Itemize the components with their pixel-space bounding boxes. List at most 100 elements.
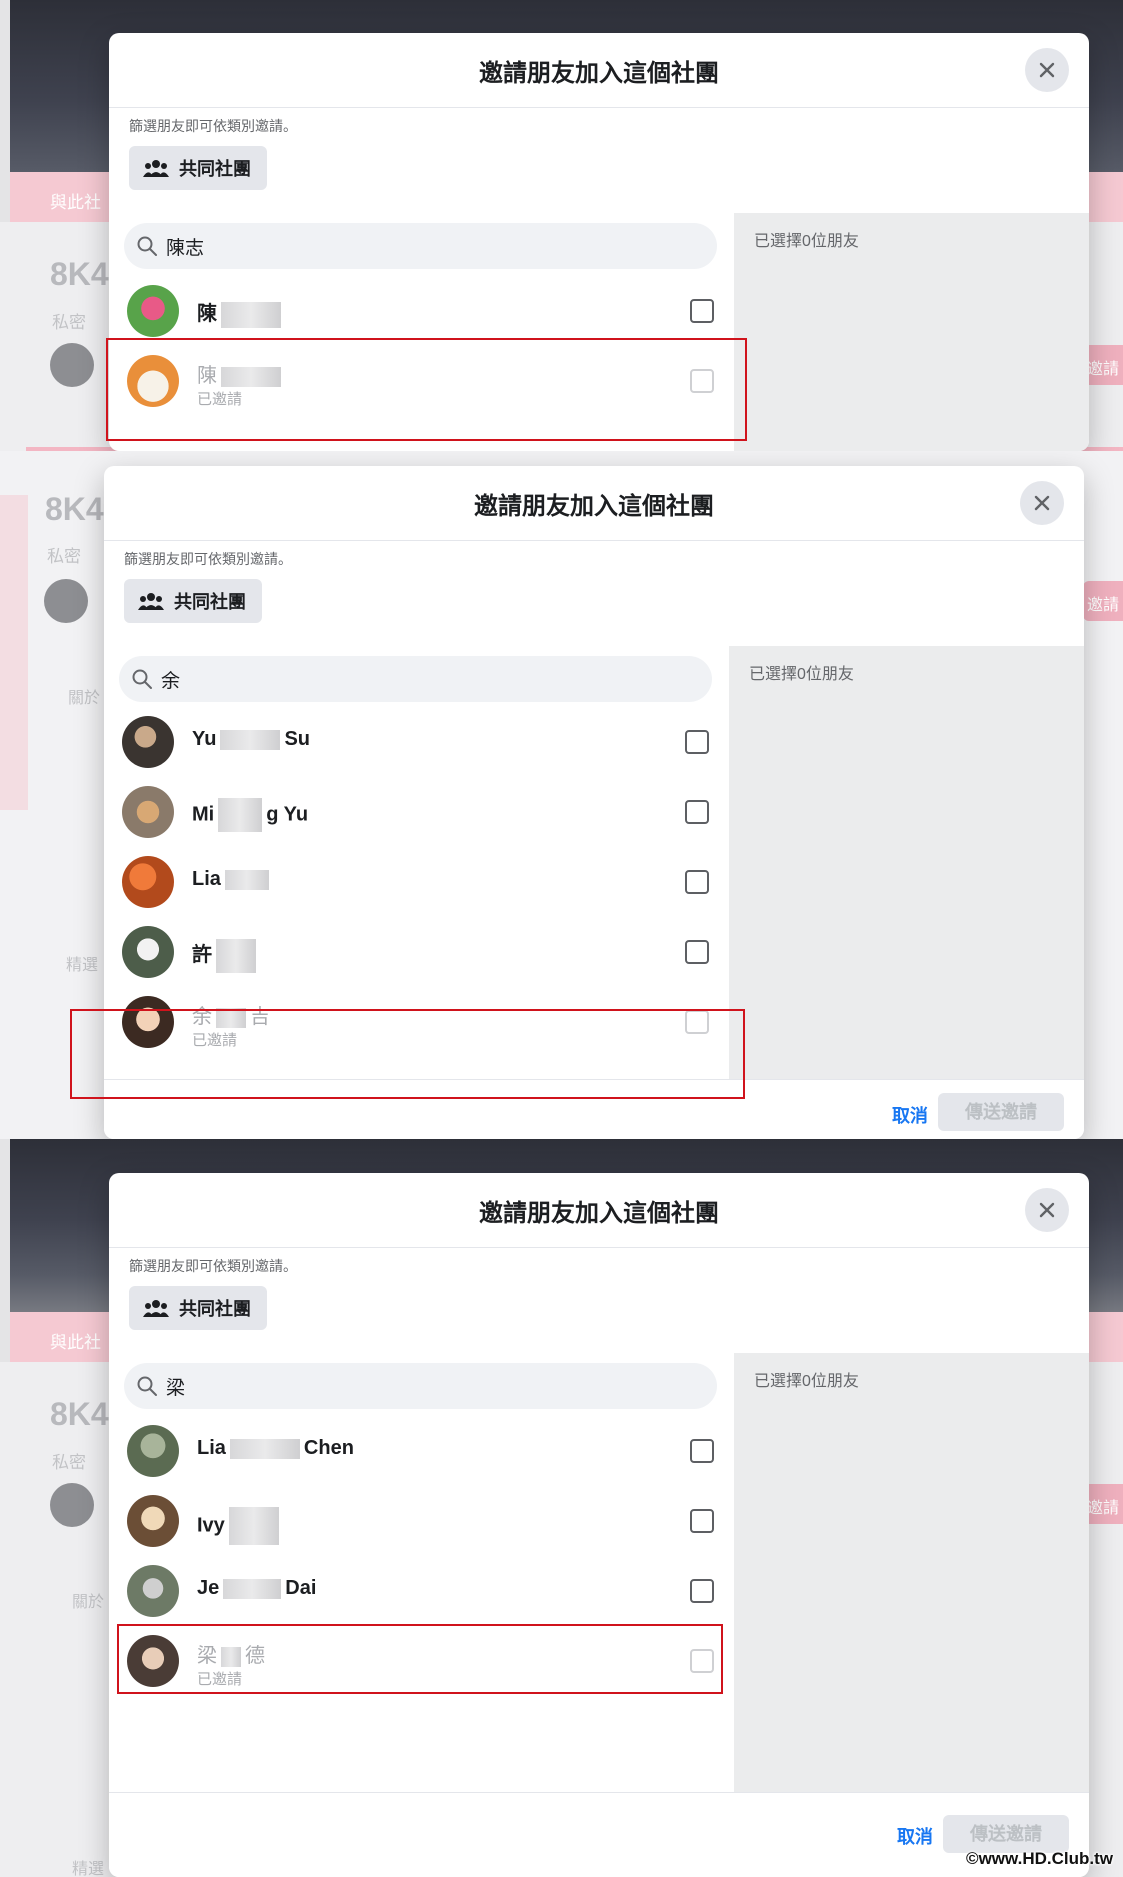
modal-title: 邀請朋友加入這個社團 <box>474 493 714 520</box>
filter-chip-label: 共同社團 <box>179 1299 251 1319</box>
close-button[interactable] <box>1020 481 1064 525</box>
modal-header: 邀請朋友加入這個社團 <box>109 33 1089 108</box>
name-redaction <box>220 729 281 750</box>
filter-chip-label: 共同社團 <box>179 159 251 179</box>
friend-row[interactable]: 陳 <box>109 275 734 345</box>
background-privacy-label: 私密 <box>52 313 86 332</box>
close-icon <box>1039 1202 1055 1218</box>
name-redaction <box>224 869 269 890</box>
friend-checkbox[interactable] <box>690 1579 714 1603</box>
modal-title: 邀請朋友加入這個社團 <box>479 1200 719 1227</box>
cancel-button[interactable]: 取消 <box>897 1823 933 1849</box>
friend-name: Ivy <box>197 1507 283 1545</box>
invite-friends-modal: 邀請朋友加入這個社團 篩選朋友即可依類別邀請。 共同社團 LiaChen <box>109 1173 1089 1877</box>
background-invite-button: 邀請 <box>1083 345 1123 385</box>
name-redaction <box>221 366 281 387</box>
friend-row[interactable]: Je Dai <box>109 1555 734 1625</box>
filter-chip-mutual-groups[interactable]: 共同社團 <box>124 579 262 623</box>
background-privacy-label: 私密 <box>52 1453 86 1472</box>
group-icon <box>143 1300 169 1317</box>
friend-checkbox[interactable] <box>690 1439 714 1463</box>
friend-row-invited: 余吉 已邀請 <box>104 986 729 1056</box>
search-icon <box>137 236 157 256</box>
friend-avatar <box>122 786 174 838</box>
friend-avatar <box>122 926 174 978</box>
friend-list: Yu Su Mi g Yu Lia 許 余 吉 已邀請 <box>104 690 729 1080</box>
modal-footer: 取消 傳送邀請 <box>104 1079 1084 1139</box>
friend-avatar <box>127 1495 179 1547</box>
friend-name: Lia <box>192 868 273 891</box>
background-group-title: 8K4 <box>50 256 109 292</box>
friend-row[interactable]: Lia <box>104 846 729 916</box>
friend-checkbox[interactable] <box>685 800 709 824</box>
background-about-tab: 關於 <box>68 690 101 707</box>
friend-row[interactable]: Yu Su <box>104 706 729 776</box>
modal-title: 邀請朋友加入這個社團 <box>479 60 719 87</box>
friend-checkbox[interactable] <box>685 870 709 894</box>
search-input[interactable] <box>166 235 686 257</box>
friend-list-column: LiaChen Ivy JeDai 梁德 已邀請 <box>109 1353 734 1792</box>
friend-checkbox[interactable] <box>685 940 709 964</box>
background-member-avatar <box>50 343 94 387</box>
friend-avatar <box>122 716 174 768</box>
invited-status: 已邀請 <box>192 1032 238 1049</box>
list-scroll-cut <box>104 690 729 706</box>
friend-name: 許 <box>192 938 260 973</box>
background-banner-text: 與此社 <box>50 193 101 212</box>
selected-count: 已選擇0位朋友 <box>754 233 859 250</box>
friend-list-column: 陳 陳 已邀請 <box>109 213 734 451</box>
friend-row[interactable]: 許 <box>104 916 729 986</box>
friend-list: Lia Chen Ivy Je Dai 梁德 已邀請 <box>109 1415 734 1695</box>
send-invites-button[interactable]: 傳送邀請 <box>938 1093 1064 1131</box>
background-banner-text: 與此社 <box>50 1333 101 1352</box>
cancel-button[interactable]: 取消 <box>892 1102 928 1128</box>
close-icon <box>1034 495 1050 511</box>
friend-avatar <box>127 1565 179 1617</box>
close-icon <box>1039 62 1055 78</box>
screenshot-panel-1: 與此社 8K4 私密 邀請 邀請朋友加入這個社團 篩選朋友即可依類別邀請。 共同… <box>0 0 1123 451</box>
invited-status: 已邀請 <box>197 391 243 408</box>
search-icon <box>137 1376 157 1396</box>
invite-friends-modal: 邀請朋友加入這個社團 篩選朋友即可依類別邀請。 共同社團 陳志 陳 陳 已邀請 … <box>109 33 1089 451</box>
friend-row[interactable]: Ivy <box>109 1485 734 1555</box>
background-invite-button: 邀請 <box>1083 581 1123 621</box>
friend-name: Yu Su <box>192 728 311 750</box>
group-icon <box>143 160 169 177</box>
friend-checkbox-disabled <box>685 1010 709 1034</box>
background-privacy-label: 私密 <box>47 547 81 566</box>
search-icon <box>132 669 152 689</box>
send-invites-button[interactable]: 傳送邀請 <box>943 1815 1069 1853</box>
friend-checkbox-disabled <box>690 1649 714 1673</box>
friend-name: 陳 <box>197 297 285 328</box>
friend-row[interactable]: Mi g Yu <box>104 776 729 846</box>
screenshot-panel-2: 8K4 私密 關於 精選 邀請 邀請朋友加入這個社團 篩選朋友即可依類別邀請。 … <box>0 451 1123 1139</box>
search-input[interactable] <box>166 1375 686 1397</box>
friend-checkbox[interactable] <box>690 299 714 323</box>
friend-avatar <box>127 1635 179 1687</box>
friend-row-invited: 梁德 已邀請 <box>109 1625 734 1695</box>
background-invite-button: 邀請 <box>1083 1484 1123 1524</box>
background-featured-label: 精選 <box>72 1861 105 1877</box>
friend-checkbox[interactable] <box>685 730 709 754</box>
name-redaction <box>221 301 281 328</box>
invite-friends-modal: 邀請朋友加入這個社團 篩選朋友即可依類別邀請。 共同社團 YuSu <box>104 466 1084 1139</box>
close-button[interactable] <box>1025 48 1069 92</box>
filter-chip-mutual-groups[interactable]: 共同社團 <box>129 146 267 190</box>
friend-avatar <box>127 285 179 337</box>
friend-name: Je Dai <box>197 1577 317 1599</box>
friend-name: 陳 <box>197 359 285 388</box>
background-member-avatar <box>44 579 88 623</box>
background-about-tab: 關於 <box>72 1594 105 1611</box>
friend-avatar <box>127 1425 179 1477</box>
filter-chip-mutual-groups[interactable]: 共同社團 <box>129 1286 267 1330</box>
friend-list: 陳 陳 已邀請 <box>109 275 734 415</box>
friend-checkbox[interactable] <box>690 1509 714 1533</box>
close-button[interactable] <box>1025 1188 1069 1232</box>
filter-chip-label: 共同社團 <box>174 592 246 612</box>
friend-row[interactable]: Lia Chen <box>109 1415 734 1485</box>
filter-hint: 篩選朋友即可依類別邀請。 <box>124 551 292 567</box>
filter-hint: 篩選朋友即可依類別邀請。 <box>129 1258 297 1274</box>
search-box[interactable] <box>124 1363 717 1409</box>
search-box[interactable] <box>124 223 717 269</box>
search-input[interactable] <box>161 668 681 690</box>
